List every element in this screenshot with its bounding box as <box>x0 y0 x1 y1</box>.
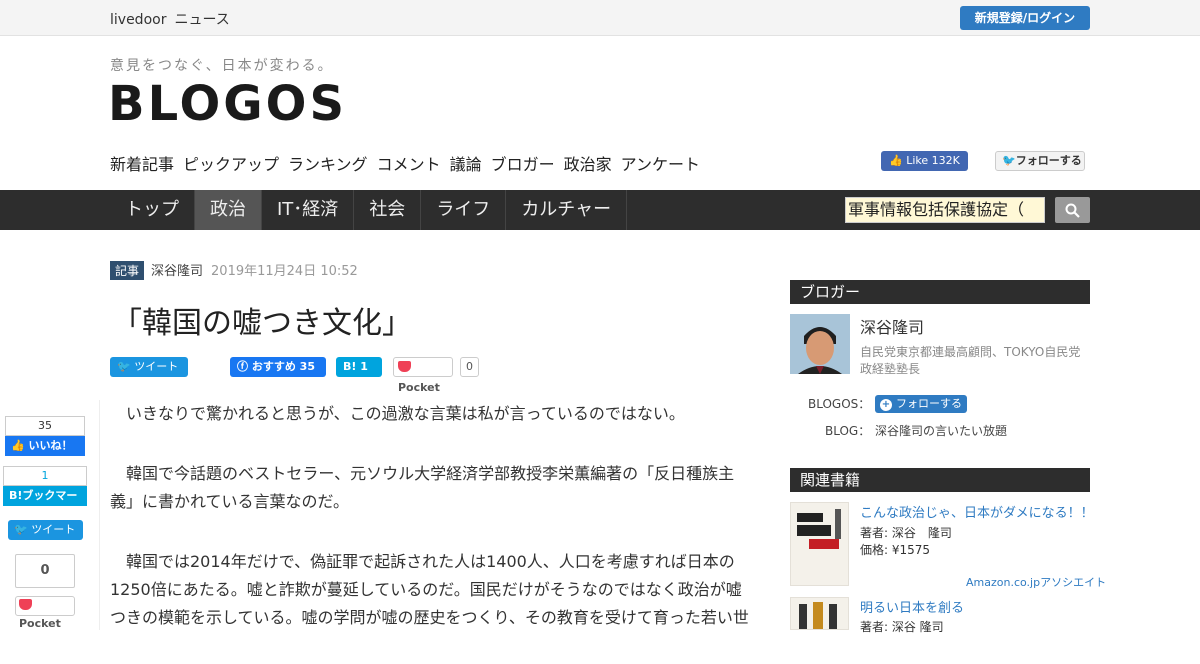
article-date: 2019年11月24日 10:52 <box>211 264 358 279</box>
tw-follow-label: フォローする <box>1015 154 1082 167</box>
hatena-icon: B! <box>343 360 357 373</box>
twitter-bird-icon: 🐦 <box>117 360 131 373</box>
signup-login-button[interactable]: 新規登録/ログイン <box>960 6 1090 30</box>
float-like-count: 35 <box>5 416 85 436</box>
brand-name[interactable]: livedoor <box>110 12 166 28</box>
book-title-1[interactable]: こんな政治じゃ、日本がダメになる！！ <box>860 502 1094 521</box>
twitter-bird-icon: 🐦 <box>14 523 28 536</box>
fb-like-label: Like 132K <box>906 154 960 167</box>
book-cover-art <box>791 598 848 629</box>
book-title-2[interactable]: 明るい日本を創る <box>860 597 964 616</box>
tweet-button[interactable]: 🐦 ツイート <box>110 357 188 377</box>
blogger-name[interactable]: 深谷隆司 <box>860 314 924 338</box>
book-cover-art <box>791 503 848 585</box>
article-paragraph: いきなりで驚かれると思うが、この過激な言葉は私が言っているのではない。 <box>126 404 685 423</box>
subnav-new[interactable]: 新着記事 <box>110 155 174 174</box>
blog-label: BLOG： <box>825 424 871 438</box>
amazon-associate-link[interactable]: Amazon.co.jpアソシエイト <box>966 574 1106 590</box>
book-cover-2[interactable] <box>790 597 849 630</box>
search-button[interactable] <box>1055 197 1090 223</box>
nav-culture[interactable]: カルチャー <box>506 190 628 230</box>
subnav-survey[interactable]: アンケート <box>621 155 700 174</box>
follow-button[interactable]: + フォローする <box>875 395 967 413</box>
tweet-label: ツイート <box>134 360 179 373</box>
avatar-portrait <box>790 314 850 374</box>
subnav-ranking[interactable]: ランキング <box>288 155 368 174</box>
float-like-button[interactable]: 👍 いいね！ <box>5 436 85 456</box>
thumbs-up-icon: 👍 <box>889 154 903 167</box>
facebook-recommend-button[interactable]: ⓕ おすすめ 35 <box>230 357 326 377</box>
livedoor-brand[interactable]: livedoor ニュース <box>110 9 230 29</box>
article-author[interactable]: 深谷隆司 <box>151 264 203 279</box>
sidebar-books-heading: 関連書籍 <box>790 468 1090 492</box>
article-meta: 記事 深谷隆司 2019年11月24日 10:52 <box>110 260 358 280</box>
pocket-label: Pocket <box>398 381 440 394</box>
facebook-like-button[interactable]: 👍 Like 132K <box>881 151 968 171</box>
float-like[interactable]: 35 👍 いいね！ <box>5 416 85 456</box>
pocket-icon <box>398 361 411 372</box>
book-cover-1[interactable] <box>790 502 849 586</box>
blogos-label: BLOGOS： <box>808 397 871 411</box>
nav-society[interactable]: 社会 <box>354 190 422 230</box>
pocket-count: 0 <box>460 357 479 377</box>
blogger-avatar[interactable] <box>790 314 850 374</box>
float-pocket-count: 0 <box>15 554 75 588</box>
plus-icon: + <box>880 399 892 411</box>
blogger-description: 自民党東京都連最高顧問、TOKYO自民党政経塾塾長 <box>860 345 1081 376</box>
book-price-1: 価格: ¥1575 <box>860 543 931 557</box>
brand-news[interactable]: ニュース <box>174 12 229 28</box>
pocket-icon <box>19 599 32 610</box>
thumbs-up-icon: 👍 <box>11 439 25 452</box>
twitter-follow-button[interactable]: 🐦フォローする <box>995 151 1085 171</box>
nav-top[interactable]: トップ <box>110 190 195 230</box>
nav-it-economy[interactable]: IT･経済 <box>262 190 355 230</box>
article-title: 「韓国の嘘つき文化」 <box>112 306 412 341</box>
float-hatena-count: 1 <box>3 466 87 486</box>
site-tagline: 意見をつなぐ、日本が変わる。 <box>110 58 334 74</box>
facebook-icon: ⓕ <box>237 360 248 373</box>
nav-life[interactable]: ライフ <box>421 190 507 230</box>
subnav-debate[interactable]: 議論 <box>450 155 482 174</box>
float-tweet-label: ツイート <box>31 523 76 536</box>
sidebar-blogger-heading: ブロガー <box>790 280 1090 304</box>
float-tweet-button[interactable]: 🐦 ツイート <box>8 520 83 540</box>
search-input[interactable]: 軍事情報包括保護協定（ <box>845 197 1045 223</box>
hatena-count: 1 <box>360 360 368 373</box>
sub-navigation: 新着記事 ピックアップ ランキング コメント 議論 ブロガー 政治家 アンケート <box>110 151 709 175</box>
float-pocket-button[interactable]: Pocket <box>15 596 75 630</box>
float-pocket-label: Pocket <box>19 617 61 630</box>
top-bar: livedoor ニュース 新規登録/ログイン <box>0 0 1200 36</box>
hatena-bookmark-button[interactable]: B! 1 <box>336 357 382 377</box>
pocket-button[interactable]: Pocket <box>393 357 453 394</box>
article-paragraph: 韓国では2014年だけで、偽証罪で起訴された人は1400人、人口を考慮すれば日本… <box>110 552 749 627</box>
subnav-pickup[interactable]: ピックアップ <box>183 155 279 174</box>
site-logo[interactable]: BLOGOS <box>108 76 347 132</box>
subnav-blogger[interactable]: ブロガー <box>491 155 555 174</box>
follow-label: フォローする <box>896 397 962 410</box>
article-body: いきなりで驚かれると思うが、この過激な言葉は私が言っているのではない。 韓国で今… <box>110 400 755 664</box>
nav-politics[interactable]: 政治 <box>195 190 262 230</box>
book-author-2: 著者: 深谷 隆司 <box>860 620 944 634</box>
float-hatena-button[interactable]: B!ブックマーク <box>3 486 87 522</box>
book-author-1: 著者: 深谷 隆司 <box>860 526 952 540</box>
article-tag: 記事 <box>110 261 145 280</box>
blog-name-link[interactable]: 深谷隆司の言いたい放題 <box>875 422 1007 439</box>
twitter-bird-icon: 🐦 <box>1002 154 1016 167</box>
float-like-label: いいね！ <box>28 439 73 452</box>
fb-recommend-label: おすすめ 35 <box>251 360 315 373</box>
subnav-politician[interactable]: 政治家 <box>564 155 612 174</box>
article-paragraph: 韓国で今話題のベストセラー、元ソウル大学経済学部教授李栄薫編著の「反日種族主義」… <box>110 464 735 511</box>
subnav-comment[interactable]: コメント <box>377 155 441 174</box>
search-icon <box>1065 203 1080 218</box>
